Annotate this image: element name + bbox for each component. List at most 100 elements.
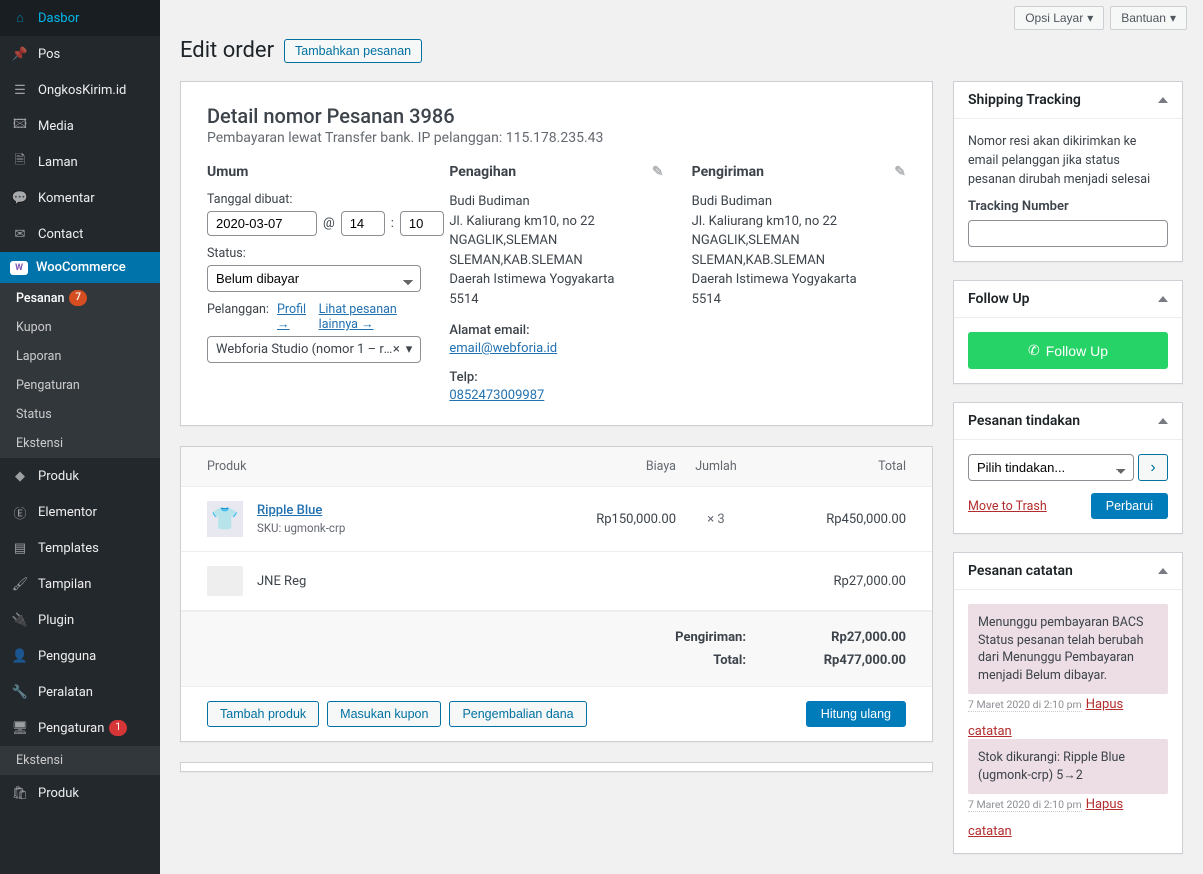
profile-link[interactable]: Profil → xyxy=(277,302,311,332)
sidebar-item-pengguna[interactable]: 👤Pengguna xyxy=(0,638,160,674)
recalculate-button[interactable]: Hitung ulang xyxy=(806,701,906,727)
at-label: @ xyxy=(323,216,335,231)
edit-shipping-icon[interactable]: ✎ xyxy=(894,164,906,180)
elementor-icon: Ⓔ xyxy=(10,502,30,522)
phone-link[interactable]: 0852473009987 xyxy=(449,388,544,403)
date-input[interactable] xyxy=(207,211,317,236)
gear-icon: 🖥 xyxy=(10,718,30,738)
order-items-panel: Produk Biaya Jumlah Total 👕 Ripple Blue … xyxy=(180,446,933,742)
status-select[interactable]: Belum dibayar xyxy=(207,265,421,292)
col-cost: Biaya xyxy=(556,459,676,474)
collapse-icon[interactable] xyxy=(1158,418,1168,424)
sidebar-item-ongkoskirim[interactable]: ☰OngkosKirim.id xyxy=(0,72,160,108)
minute-input[interactable] xyxy=(400,211,444,236)
action-select[interactable]: Pilih tindakan... xyxy=(968,454,1134,481)
submenu-pesanan[interactable]: Pesanan7 xyxy=(0,283,160,313)
brush-icon: 🖌 xyxy=(10,574,30,594)
update-button[interactable]: Perbarui xyxy=(1091,493,1168,519)
sidebar-item-produk-2[interactable]: 🛍Produk xyxy=(0,775,160,811)
item-row: 👕 Ripple Blue SKU: ugmonk-crp Rp150,000.… xyxy=(181,487,932,552)
collapse-icon[interactable] xyxy=(1158,97,1168,103)
refund-button[interactable]: Pengembalian dana xyxy=(449,701,586,727)
sidebar-item-peralatan[interactable]: 🔧Peralatan xyxy=(0,674,160,710)
product-sku: SKU: ugmonk-crp xyxy=(257,521,345,535)
tag-icon: ◆ xyxy=(10,466,30,486)
note-meta: 7 Maret 2020 di 2:10 pm xyxy=(968,798,1082,812)
sidebar-item-woocommerce[interactable]: WWooCommerce xyxy=(0,252,160,283)
sidebar-item-laman[interactable]: 🗎Laman xyxy=(0,144,160,180)
woocommerce-submenu: Pesanan7 Kupon Laporan Pengaturan Status… xyxy=(0,283,160,458)
woo-icon: W xyxy=(10,261,28,275)
templates-icon: ▤ xyxy=(10,538,30,558)
box-icon: ☰ xyxy=(10,80,30,100)
product-name-link[interactable]: Ripple Blue xyxy=(257,503,322,518)
sidebar-item-media[interactable]: 🖾Media xyxy=(0,108,160,144)
general-column: Umum Tanggal dibuat: @ : Status: xyxy=(207,164,421,403)
submenu-laporan[interactable]: Laporan xyxy=(0,342,160,371)
note-meta: 7 Maret 2020 di 2:10 pm xyxy=(968,698,1082,712)
run-action-button[interactable]: › xyxy=(1138,454,1168,481)
tools-icon: 🔧 xyxy=(10,682,30,702)
submenu-status[interactable]: Status xyxy=(0,400,160,429)
order-note: Stok dikurangi: Ripple Blue (ugmonk-crp)… xyxy=(968,739,1168,794)
sidebar-item-tampilan[interactable]: 🖌Tampilan xyxy=(0,566,160,602)
submenu-kupon[interactable]: Kupon xyxy=(0,313,160,342)
email-link[interactable]: email@webforia.id xyxy=(449,341,557,356)
customer-select[interactable]: Webforia Studio (nomor 1 – reavinci… ×▾ xyxy=(207,336,421,363)
top-bar: Opsi Layar ▾ Bantuan ▾ xyxy=(160,0,1203,30)
date-label: Tanggal dibuat: xyxy=(207,192,421,207)
whatsapp-icon: ✆ xyxy=(1028,342,1040,359)
col-total: Total xyxy=(756,459,906,474)
add-product-button[interactable]: Tambah produk xyxy=(207,701,319,727)
submenu-ekstensi[interactable]: Ekstensi xyxy=(0,429,160,458)
sidebar-item-komentar[interactable]: 💬Komentar xyxy=(0,180,160,216)
tag-icon: 🛍 xyxy=(10,783,30,803)
add-order-button[interactable]: Tambahkan pesanan xyxy=(284,39,422,63)
chevron-down-icon: ▾ xyxy=(1170,11,1176,25)
shipping-tracking-panel: Shipping Tracking Nomor resi akan dikiri… xyxy=(953,81,1183,262)
move-to-trash-link[interactable]: Move to Trash xyxy=(968,499,1047,514)
user-icon: 👤 xyxy=(10,646,30,666)
col-product: Produk xyxy=(207,459,556,474)
screen-options-button[interactable]: Opsi Layar ▾ xyxy=(1014,6,1104,30)
edit-billing-icon[interactable]: ✎ xyxy=(652,164,664,180)
shipping-icon xyxy=(207,566,243,596)
tracking-description: Nomor resi akan dikirimkan ke email pela… xyxy=(968,133,1168,189)
order-note: Menunggu pembayaran BACS Status pesanan … xyxy=(968,604,1168,694)
comment-icon: 💬 xyxy=(10,188,30,208)
next-panel-stub xyxy=(180,762,933,772)
sidebar-item-plugin[interactable]: 🔌Plugin xyxy=(0,602,160,638)
add-coupon-button[interactable]: Masukan kupon xyxy=(327,701,441,727)
media-icon: 🖾 xyxy=(10,116,30,136)
clear-icon[interactable]: × xyxy=(393,342,400,357)
collapse-icon[interactable] xyxy=(1158,296,1168,302)
sidebar-item-contact[interactable]: ✉Contact xyxy=(0,216,160,252)
hour-input[interactable] xyxy=(341,211,385,236)
shipping-row: JNE Reg Rp27,000.00 xyxy=(181,552,932,611)
followup-button[interactable]: ✆Follow Up xyxy=(968,332,1168,369)
submenu-ekstensi-2[interactable]: Ekstensi xyxy=(0,746,160,775)
main-content: Opsi Layar ▾ Bantuan ▾ Edit order Tambah… xyxy=(160,0,1203,874)
submenu-pengaturan[interactable]: Pengaturan xyxy=(0,371,160,400)
help-button[interactable]: Bantuan ▾ xyxy=(1110,6,1187,30)
dashboard-icon: ⌂ xyxy=(10,8,30,28)
sidebar-item-dasbor[interactable]: ⌂Dasbor xyxy=(0,0,160,36)
sidebar-item-pengaturan[interactable]: 🖥Pengaturan1 xyxy=(0,710,160,746)
order-detail-panel: Detail nomor Pesanan 3986 Pembayaran lew… xyxy=(180,81,933,426)
pesanan-count-badge: 7 xyxy=(69,290,87,306)
sidebar-item-produk[interactable]: ◆Produk xyxy=(0,458,160,494)
update-badge: 1 xyxy=(109,720,127,736)
page-title: Edit order xyxy=(180,38,274,63)
sidebar-item-pos[interactable]: 📌Pos xyxy=(0,36,160,72)
tracking-input[interactable] xyxy=(968,220,1168,247)
sidebar-item-templates[interactable]: ▤Templates xyxy=(0,530,160,566)
page-icon: 🗎 xyxy=(10,152,30,172)
order-notes-panel: Pesanan catatan Menunggu pembayaran BACS… xyxy=(953,552,1183,854)
view-orders-link[interactable]: Lihat pesanan lainnya → xyxy=(319,302,422,332)
sidebar-item-elementor[interactable]: ⒺElementor xyxy=(0,494,160,530)
chevron-down-icon: ▾ xyxy=(1087,11,1093,25)
followup-panel: Follow Up ✆Follow Up xyxy=(953,280,1183,384)
collapse-icon[interactable] xyxy=(1158,568,1168,574)
admin-sidebar: ⌂Dasbor 📌Pos ☰OngkosKirim.id 🖾Media 🗎Lam… xyxy=(0,0,160,874)
billing-column: Penagihan✎ Budi Budiman Jl. Kaliurang km… xyxy=(449,164,663,403)
